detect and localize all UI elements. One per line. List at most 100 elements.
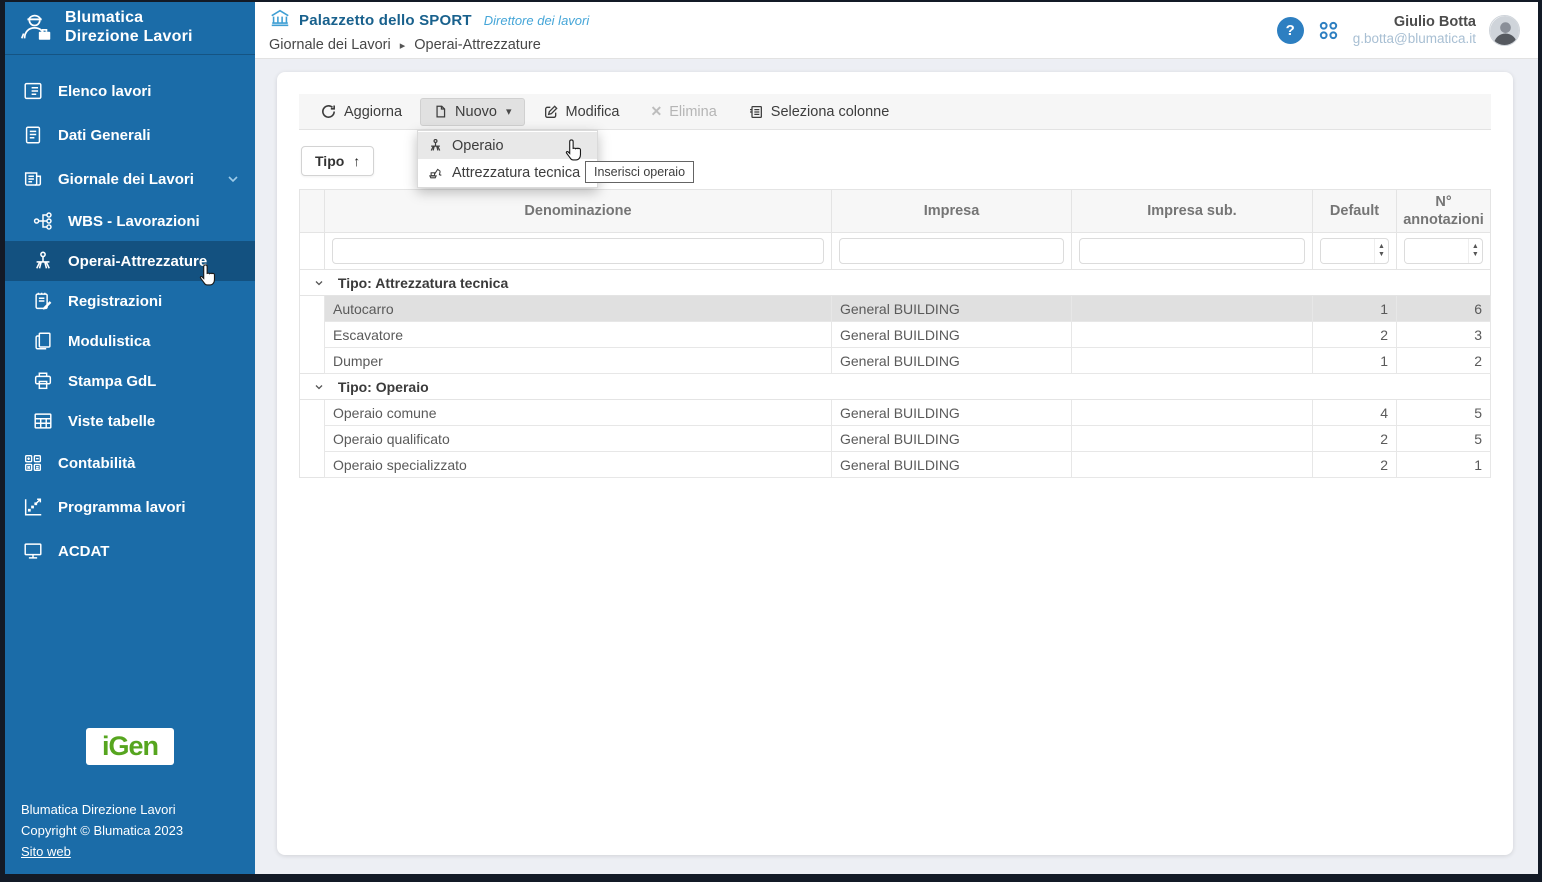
sidebar-item-stampa-gdl[interactable]: Stampa GdL (5, 361, 255, 401)
cell-denominazione: Dumper (325, 348, 832, 374)
sidebar-item-label: Giornale dei Lavori (58, 171, 194, 188)
new-page-icon (433, 104, 448, 119)
igen-logo-text: iGen (102, 727, 158, 766)
filter-denominazione-input[interactable] (332, 238, 824, 264)
group-label: Tipo: Operaio (338, 379, 429, 395)
chevron-down-icon[interactable] (313, 277, 325, 289)
user-role-label: Direttore dei lavori (484, 13, 590, 28)
cell-impresa: General BUILDING (832, 400, 1072, 426)
menu-item-operaio[interactable]: Operaio (418, 132, 597, 159)
top-header: Palazzetto dello SPORT Direttore dei lav… (255, 2, 1538, 59)
printer-icon (31, 369, 55, 393)
aggiorna-button[interactable]: Aggiorna (307, 97, 415, 126)
column-header-impresa[interactable]: Impresa (832, 190, 1072, 233)
apps-grid-icon[interactable] (1317, 19, 1340, 42)
footer-copyright: Copyright © Blumatica 2023 (21, 822, 239, 841)
seleziona-colonne-button[interactable]: Seleziona colonne (735, 98, 903, 126)
sito-web-link[interactable]: Sito web (21, 844, 71, 859)
column-header-denominazione[interactable]: Denominazione (325, 190, 832, 233)
sidebar-item-elenco-lavori[interactable]: Elenco lavori (5, 69, 255, 113)
spinner-up-icon[interactable]: ▲ (1469, 243, 1482, 251)
sidebar-item-viste-tabelle[interactable]: Viste tabelle (5, 401, 255, 441)
chart-steps-icon (21, 495, 45, 519)
chevron-down-icon[interactable] (313, 381, 325, 393)
sidebar-item-dati-generali[interactable]: Dati Generali (5, 113, 255, 157)
data-grid: Denominazione Impresa Impresa sub. Defau… (299, 189, 1491, 478)
aggiorna-label: Aggiorna (344, 104, 402, 120)
cell-impresa: General BUILDING (832, 296, 1072, 322)
sidebar-item-modulistica[interactable]: Modulistica (5, 321, 255, 361)
sort-ascending-icon: ↑ (353, 153, 360, 169)
elimina-label: Elimina (669, 104, 717, 120)
group-header-row[interactable]: Tipo: Operaio (300, 374, 1491, 400)
breadcrumb-separator-icon: ▸ (400, 39, 406, 52)
menu-item-label: Attrezzatura tecnica (452, 165, 580, 181)
content-card: Aggiorna Nuovo ▾ (277, 72, 1513, 855)
sidebar-item-programma-lavori[interactable]: Programma lavori (5, 485, 255, 529)
worker-icon (428, 138, 443, 153)
cell-denominazione: Autocarro (325, 296, 832, 322)
content-area: Aggiorna Nuovo ▾ (255, 59, 1538, 874)
sidebar-item-giornale-dei-lavori[interactable]: Giornale dei Lavori (5, 157, 255, 201)
cell-impresa-sub (1072, 400, 1313, 426)
excavator-icon (428, 165, 443, 180)
document-icon (21, 123, 45, 147)
nuovo-button[interactable]: Nuovo ▾ (420, 98, 524, 126)
table-row[interactable]: Operaio specializzato General BUILDING 2… (300, 452, 1491, 478)
tooltip-inserisci-operaio: Inserisci operaio (585, 161, 694, 183)
table-row[interactable]: Autocarro General BUILDING 1 6 (300, 296, 1491, 322)
spinner-down-icon[interactable]: ▼ (1469, 251, 1482, 259)
cell-denominazione: Escavatore (325, 322, 832, 348)
column-header-annotazioni[interactable]: N° annotazioni (1397, 190, 1491, 233)
menu-item-label: Operaio (452, 138, 504, 154)
table-row[interactable]: Escavatore General BUILDING 2 3 (300, 322, 1491, 348)
filter-impresa-sub-input[interactable] (1079, 238, 1305, 264)
cell-impresa: General BUILDING (832, 426, 1072, 452)
cell-impresa-sub (1072, 296, 1313, 322)
filter-default-spinner: ▲ ▼ (1320, 238, 1389, 264)
sidebar-item-operai-attrezzature[interactable]: Operai-Attrezzature (5, 241, 255, 281)
group-header-row[interactable]: Tipo: Attrezzatura tecnica (300, 270, 1491, 296)
calculator-icon (21, 451, 45, 475)
sidebar-item-label: Elenco lavori (58, 83, 151, 100)
breadcrumb-item[interactable]: Operai-Attrezzature (414, 37, 541, 53)
sidebar-item-wbs-lavorazioni[interactable]: WBS - Lavorazioni (5, 201, 255, 241)
app-logo: Blumatica Direzione Lavori (5, 2, 255, 55)
column-header-stub (300, 190, 325, 233)
user-info: Giulio Botta g.botta@blumatica.it (1353, 13, 1476, 48)
sidebar-item-acdat[interactable]: ACDAT (5, 529, 255, 573)
filter-default-input[interactable] (1321, 239, 1374, 263)
cell-impresa-sub (1072, 322, 1313, 348)
filter-annotazioni-input[interactable] (1405, 239, 1468, 263)
group-chip-tipo[interactable]: Tipo ↑ (301, 146, 374, 176)
cell-annotazioni: 3 (1397, 322, 1491, 348)
cell-impresa: General BUILDING (832, 322, 1072, 348)
breadcrumb-item[interactable]: Giornale dei Lavori (269, 37, 391, 53)
edit-icon (543, 104, 559, 120)
sidebar-item-label: Stampa GdL (68, 373, 156, 390)
help-button[interactable]: ? (1277, 17, 1304, 44)
spinner-down-icon[interactable]: ▼ (1375, 251, 1388, 259)
elimina-button[interactable]: ✕ Elimina (638, 97, 730, 126)
filter-impresa-input[interactable] (839, 238, 1064, 264)
filter-annotazioni-spinner: ▲ ▼ (1404, 238, 1483, 264)
spinner-up-icon[interactable]: ▲ (1375, 243, 1388, 251)
menu-item-attrezzatura-tecnica[interactable]: Attrezzatura tecnica (418, 159, 597, 186)
sidebar-item-label: Contabilità (58, 455, 136, 472)
cell-annotazioni: 6 (1397, 296, 1491, 322)
construction-worker-icon (17, 7, 55, 50)
sidebar-item-registrazioni[interactable]: Registrazioni (5, 281, 255, 321)
column-header-default[interactable]: Default (1313, 190, 1397, 233)
table-row[interactable]: Dumper General BUILDING 1 2 (300, 348, 1491, 374)
modifica-button[interactable]: Modifica (530, 98, 633, 126)
bank-icon (269, 7, 291, 34)
sidebar-item-contabilita[interactable]: Contabilità (5, 441, 255, 485)
column-header-impresa-sub[interactable]: Impresa sub. (1072, 190, 1313, 233)
table-row[interactable]: Operaio comune General BUILDING 4 5 (300, 400, 1491, 426)
column-chooser-icon (748, 104, 764, 120)
avatar[interactable] (1489, 15, 1520, 46)
sidebar-item-label: Registrazioni (68, 293, 162, 310)
table-row[interactable]: Operaio qualificato General BUILDING 2 5 (300, 426, 1491, 452)
sidebar-footer: iGen Blumatica Direzione Lavori Copyrigh… (5, 728, 255, 874)
sidebar-nav: Elenco lavori Dati Generali (5, 69, 255, 573)
